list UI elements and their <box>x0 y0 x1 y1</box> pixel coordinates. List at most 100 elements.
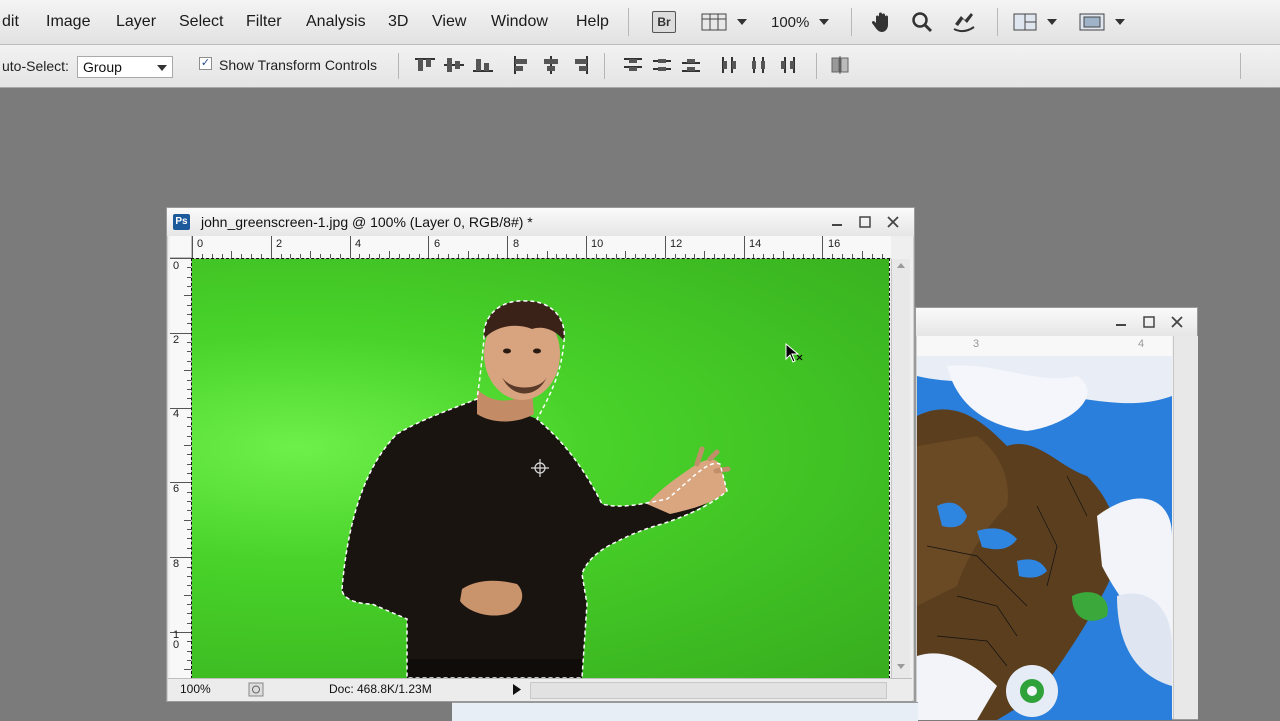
status-menu-arrow-icon[interactable] <box>512 683 522 696</box>
distribute-horizontal-centers-icon[interactable] <box>747 55 771 75</box>
ruler-label: 10 <box>591 238 604 250</box>
distribute-horizontal-group <box>718 55 800 75</box>
horizontal-scrollbar[interactable] <box>530 682 887 699</box>
maximize-icon[interactable] <box>1141 314 1157 330</box>
menu-select[interactable]: Select <box>179 13 223 31</box>
menu-layer[interactable]: Layer <box>116 13 156 31</box>
align-horizontal-centers-icon[interactable] <box>539 55 563 75</box>
distribute-vertical-centers-icon[interactable] <box>650 55 674 75</box>
menu-analysis[interactable]: Analysis <box>306 13 366 31</box>
minimize-icon[interactable] <box>829 214 845 230</box>
screen-mode-button[interactable] <box>1079 10 1125 34</box>
show-transform-label: Show Transform Controls <box>219 57 377 73</box>
maximize-icon[interactable] <box>857 214 873 230</box>
rotate-view-icon <box>953 13 975 33</box>
ruler-label: 2 <box>173 334 180 346</box>
main-titlebar[interactable]: Ps john_greenscreen-1.jpg @ 100% (Layer … <box>167 208 914 236</box>
zoom-level: 100% <box>771 13 810 31</box>
ruler-label: 16 <box>828 238 841 250</box>
menu-help[interactable]: Help <box>576 13 609 31</box>
zoom-level-dropdown[interactable]: 100% <box>771 10 830 34</box>
weather-map-drawing <box>917 356 1172 720</box>
menu-window[interactable]: Window <box>491 13 548 31</box>
distribute-right-edges-icon[interactable] <box>776 55 800 75</box>
ruler-ticks <box>170 258 191 670</box>
ruler-horizontal[interactable]: 0 2 4 6 8 10 12 14 16 <box>192 236 891 259</box>
ruler-label: 2 <box>276 238 283 250</box>
zoom-tool-button[interactable] <box>910 10 934 34</box>
ruler-label: 0 <box>173 260 180 272</box>
scroll-down-icon[interactable] <box>896 663 906 671</box>
chevron-down-icon <box>737 19 747 25</box>
chevron-down-icon <box>1115 19 1125 25</box>
view-extras-button[interactable] <box>701 10 747 34</box>
menubar-divider <box>628 8 629 36</box>
ruler-label: 14 <box>749 238 762 250</box>
arrange-documents-icon <box>1013 13 1037 31</box>
document-size: Doc: 468.8K/1.23M <box>329 682 432 696</box>
greenscreen-canvas[interactable] <box>191 258 890 679</box>
arrange-documents-button[interactable] <box>1013 10 1057 34</box>
align-bottom-edges-icon[interactable] <box>471 55 495 75</box>
menu-3d[interactable]: 3D <box>388 13 408 31</box>
magnifier-icon <box>912 12 933 33</box>
align-top-edges-icon[interactable] <box>413 55 437 75</box>
align-left-edges-icon[interactable] <box>510 55 534 75</box>
align-right-edges-icon[interactable] <box>568 55 592 75</box>
scroll-up-icon[interactable] <box>896 261 906 269</box>
ruler-label: 8 <box>513 238 520 250</box>
chevron-down-icon <box>1047 19 1057 25</box>
align-horizontal-group <box>510 55 592 75</box>
options-divider <box>604 53 605 79</box>
options-divider <box>1240 53 1241 79</box>
auto-align-group <box>828 55 852 75</box>
ruler-label: 8 <box>173 558 180 570</box>
menu-image[interactable]: Image <box>46 13 90 31</box>
weather-satellite-image <box>917 356 1172 720</box>
minimize-icon[interactable] <box>1113 314 1129 330</box>
bridge-button[interactable]: Br <box>652 10 676 34</box>
distribute-top-edges-icon[interactable] <box>621 55 645 75</box>
ruler-label: 4 <box>173 408 180 420</box>
vertical-scrollbar[interactable] <box>891 259 910 679</box>
menu-view[interactable]: View <box>432 13 466 31</box>
status-info-icon[interactable] <box>248 682 264 697</box>
hand-icon <box>871 12 888 32</box>
ruler-vertical[interactable]: 0 2 4 6 8 1 0 <box>170 258 192 678</box>
ruler-label: 1 0 <box>173 629 180 651</box>
distribute-bottom-edges-icon[interactable] <box>679 55 703 75</box>
auto-select-label: uto-Select: <box>2 58 69 74</box>
ruler-label: 12 <box>670 238 683 250</box>
document-title: john_greenscreen-1.jpg @ 100% (Layer 0, … <box>201 214 533 230</box>
rotate-view-button[interactable] <box>951 10 977 34</box>
ruler-label: 6 <box>434 238 441 250</box>
ruler-label: 6 <box>173 483 180 495</box>
hand-tool-button[interactable] <box>870 10 894 34</box>
screen-mode-icon <box>1079 13 1105 31</box>
ruler-label: 0 <box>197 238 204 250</box>
auto-select-dropdown[interactable]: Group <box>77 56 173 78</box>
menu-edit[interactable]: dit <box>2 13 19 31</box>
options-divider <box>816 53 817 79</box>
distribute-left-edges-icon[interactable] <box>718 55 742 75</box>
menu-bar: dit Image Layer Select Filter Analysis 3… <box>0 0 1280 45</box>
status-zoom[interactable]: 100% <box>180 682 211 696</box>
ruler-origin[interactable] <box>170 236 192 258</box>
auto-select-value: Group <box>83 59 122 75</box>
weather-scrollbar[interactable] <box>1173 336 1198 719</box>
bridge-icon: Br <box>652 11 676 33</box>
menu-filter[interactable]: Filter <box>246 13 282 31</box>
ruler-label: 3 <box>973 338 980 350</box>
status-bar: 100% Doc: 468.8K/1.23M <box>168 678 912 701</box>
auto-align-layers-icon[interactable] <box>828 55 852 75</box>
ruler-label: 4 <box>1138 338 1145 350</box>
align-vertical-centers-icon[interactable] <box>442 55 466 75</box>
show-transform-checkbox[interactable]: ✓ <box>199 57 212 70</box>
weather-ruler-top: 3 4 <box>917 336 1172 357</box>
close-icon[interactable] <box>1169 314 1185 330</box>
ruler-ticks <box>192 236 883 258</box>
chevron-down-icon <box>819 19 830 25</box>
close-icon[interactable] <box>885 214 901 230</box>
distribute-vertical-group <box>621 55 703 75</box>
presenter-figure <box>341 300 731 678</box>
